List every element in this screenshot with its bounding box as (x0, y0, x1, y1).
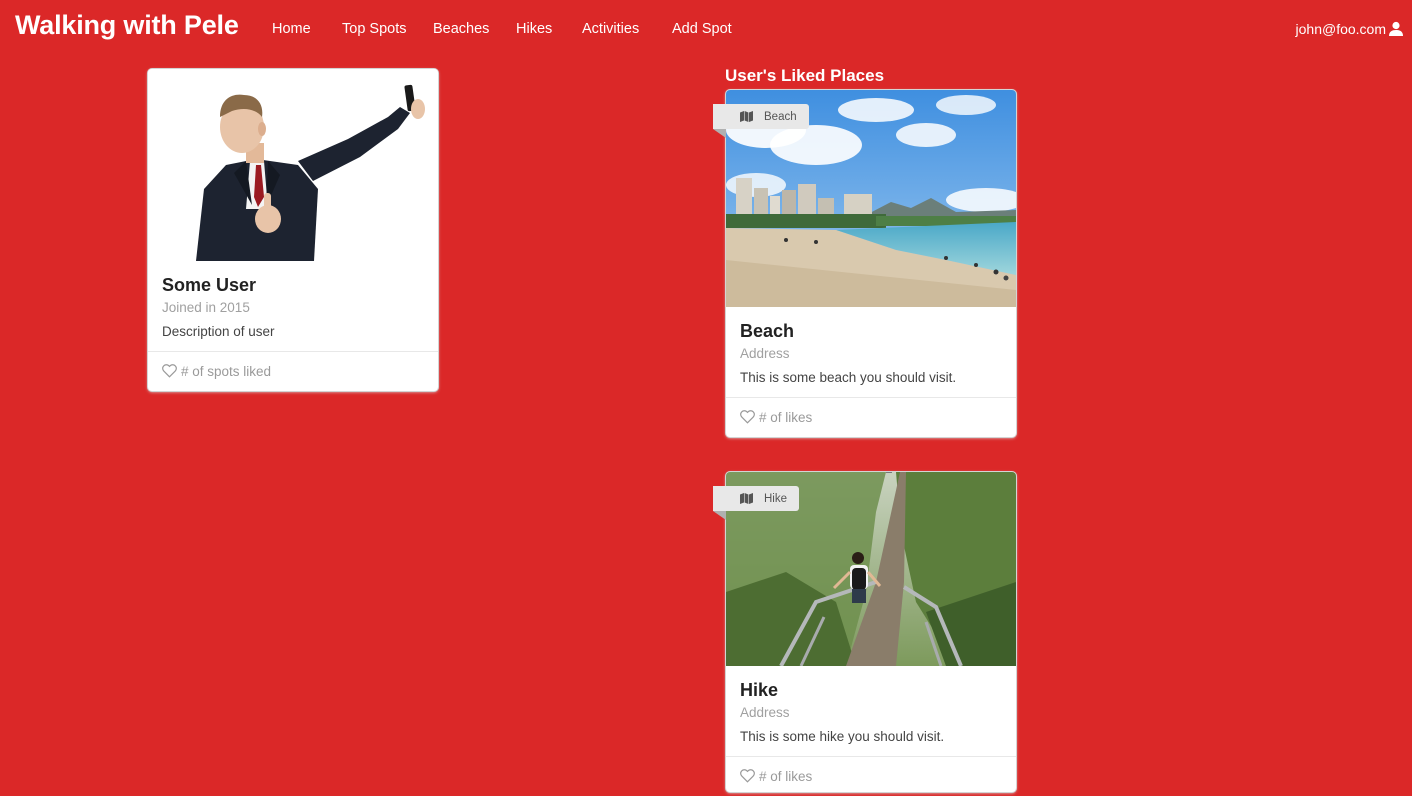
profile-photo (148, 69, 438, 261)
nav-item-top-spots[interactable]: Top Spots (342, 21, 407, 37)
place-likes-label: # of likes (759, 409, 813, 425)
profile-likes[interactable]: # of spots liked (148, 350, 438, 391)
place-description: This is some beach you should visit. (740, 369, 957, 385)
user-email: john@foo.com (1295, 21, 1386, 37)
place-tag-label: Hike (764, 492, 788, 505)
nav-item-home[interactable]: Home (272, 21, 311, 37)
hike-content: Hike Address This is some hike you shoul… (726, 666, 1016, 756)
place-card-beach[interactable]: Beach Beach Address This is some beach y… (713, 90, 1016, 437)
profile-joined: Joined in 2015 (162, 299, 250, 315)
place-description: This is some hike you should visit. (740, 728, 945, 744)
place-name[interactable]: Beach (740, 321, 1002, 343)
place-name[interactable]: Hike (740, 680, 1002, 702)
place-tag-hike: Hike (713, 486, 800, 520)
profile-likes-label: # of spots liked (181, 363, 272, 379)
liked-places-title: User's Liked Places (725, 66, 885, 85)
place-likes-label: # of likes (759, 768, 813, 784)
map-icon (740, 111, 753, 125)
brand-title[interactable]: Walking with Pele (15, 10, 239, 41)
user-menu[interactable]: john@foo.com (1296, 21, 1404, 37)
heart-outline-icon (740, 410, 755, 424)
profile-name: Some User (162, 275, 257, 295)
map-icon (740, 493, 753, 507)
heart-outline-icon (740, 769, 755, 783)
nav-item-beaches[interactable]: Beaches (433, 21, 489, 37)
beach-content: Beach Address This is some beach you sho… (726, 307, 1016, 397)
place-tag-label: Beach (764, 110, 797, 123)
profile-description: Description of user (162, 323, 275, 339)
nav-item-add-spot[interactable]: Add Spot (672, 21, 732, 37)
nav-item-hikes[interactable]: Hikes (516, 21, 552, 37)
place-likes[interactable]: # of likes (726, 755, 1016, 796)
place-likes[interactable]: # of likes (726, 396, 1016, 437)
nav-item-activities[interactable]: Activities (582, 21, 639, 37)
place-address: Address (740, 704, 790, 720)
user-icon (1388, 21, 1404, 37)
profile-content: Some User Joined in 2015 Description of … (148, 261, 438, 351)
profile-card: Some User Joined in 2015 Description of … (148, 69, 438, 391)
top-navbar: Walking with Pele Home Top Spots Beaches… (0, 0, 1412, 58)
place-card-hike[interactable]: Hike Hike Address This is some hike you … (713, 472, 1016, 792)
place-tag-beach: Beach (713, 104, 809, 138)
heart-outline-icon (162, 364, 177, 378)
place-address: Address (740, 345, 790, 361)
